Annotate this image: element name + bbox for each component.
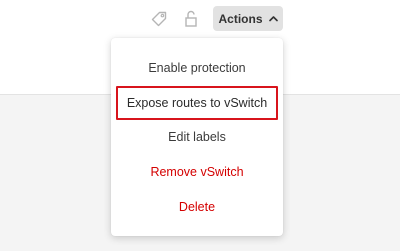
actions-button[interactable]: Actions	[213, 6, 283, 31]
menu-item-edit-labels[interactable]: Edit labels	[111, 120, 283, 155]
chevron-up-icon	[268, 15, 278, 22]
lock-icon[interactable]	[180, 8, 202, 30]
menu-item-label: Expose routes to vSwitch	[126, 95, 268, 110]
menu-item-label: Edit labels	[168, 130, 226, 145]
menu-item-label: Delete	[178, 199, 216, 214]
menu-item-remove-vswitch[interactable]: Remove vSwitch	[111, 155, 283, 190]
tag-icon[interactable]	[148, 8, 170, 30]
actions-dropdown-menu: Enable protection Expose routes to vSwit…	[111, 38, 283, 236]
menu-item-expose-routes[interactable]: Expose routes to vSwitch	[116, 85, 278, 121]
actions-button-label: Actions	[218, 11, 263, 26]
menu-item-label: Remove vSwitch	[150, 165, 244, 180]
menu-item-label: Enable protection	[148, 61, 246, 76]
menu-item-delete[interactable]: Delete	[111, 189, 283, 224]
menu-item-enable-protection[interactable]: Enable protection	[111, 51, 283, 86]
